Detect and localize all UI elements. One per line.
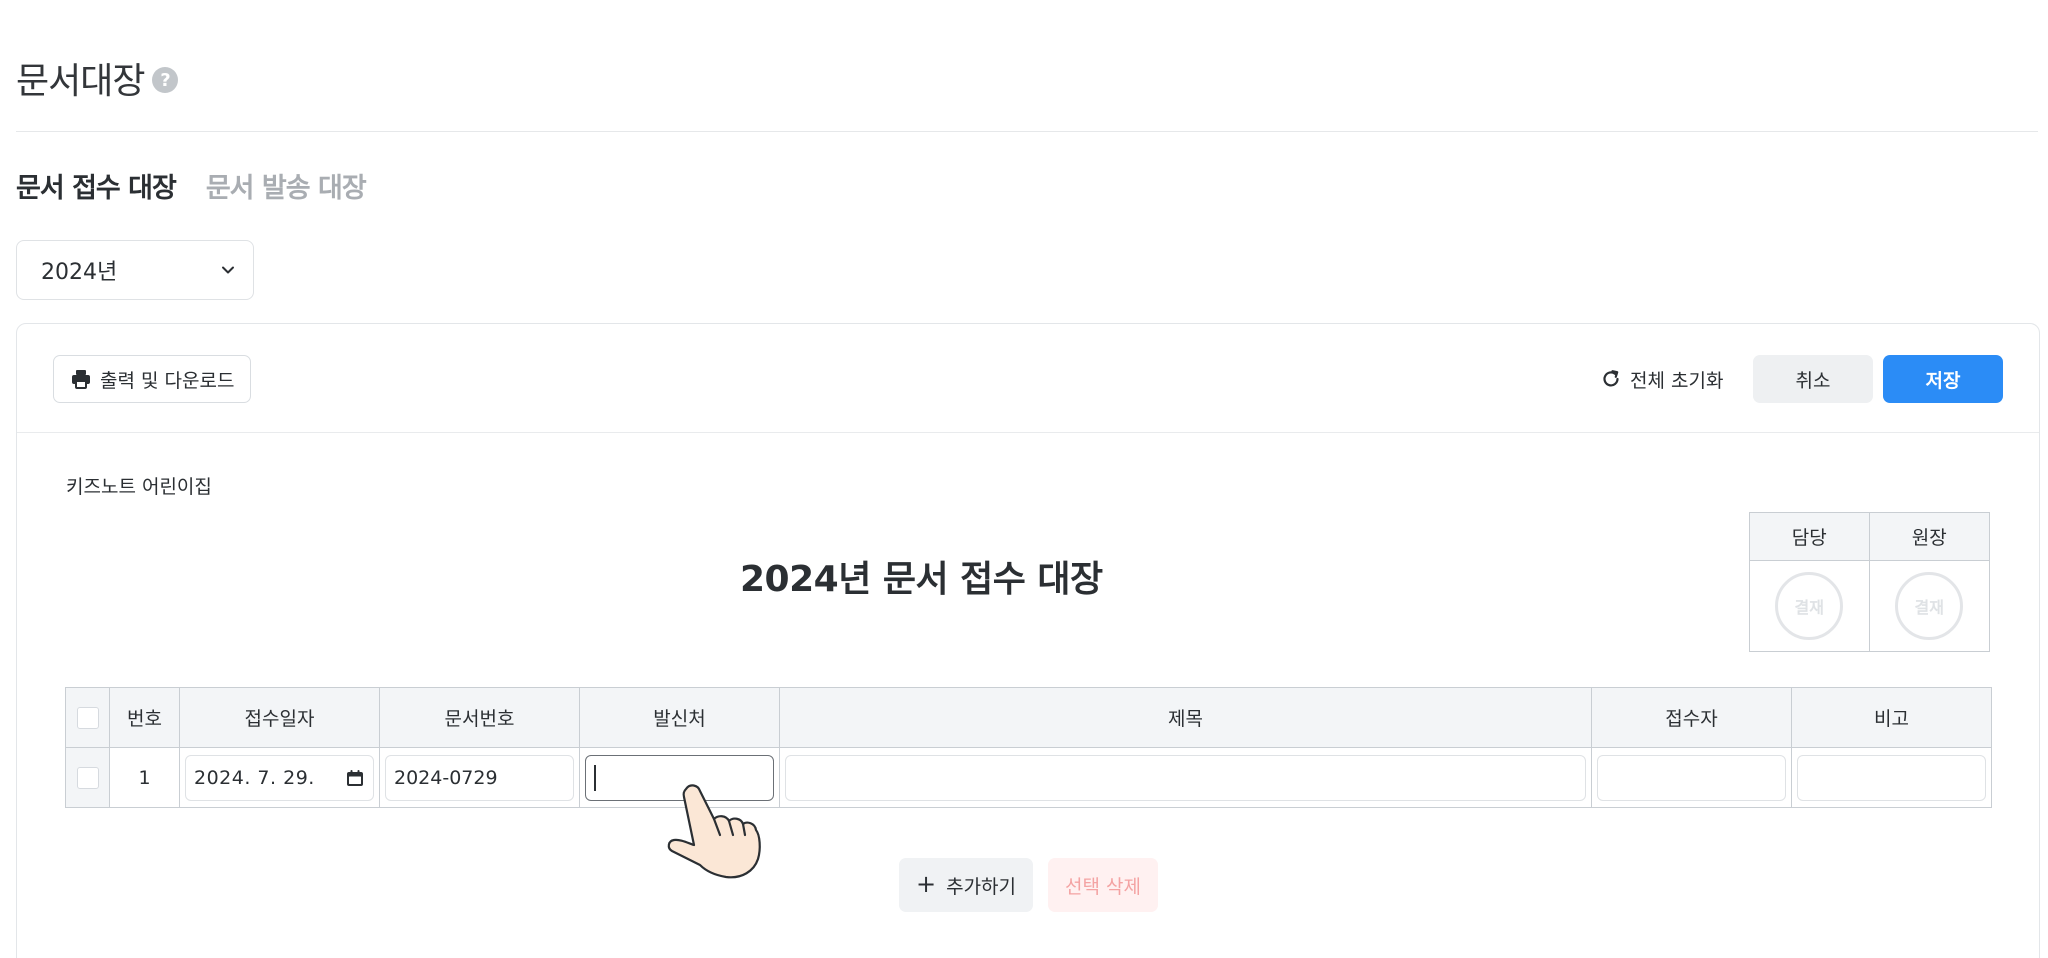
column-header-number: 번호 bbox=[109, 687, 180, 748]
year-select[interactable]: 2024년 bbox=[16, 240, 254, 300]
select-all-checkbox[interactable] bbox=[76, 706, 99, 729]
approval-stamp[interactable]: 결재 bbox=[1895, 572, 1964, 640]
approval-stamp[interactable]: 결재 bbox=[1775, 572, 1844, 640]
print-icon bbox=[72, 370, 90, 389]
doc-number-value: 2024-0729 bbox=[394, 766, 498, 789]
tab-bar: 문서 접수 대장 문서 발송 대장 bbox=[16, 166, 367, 205]
ledger-table: 번호 접수일자 문서번호 발신처 제목 접수자 비고 1 2024. 7. 29… bbox=[65, 687, 1992, 808]
doc-number-cell: 2024-0729 bbox=[379, 747, 580, 808]
reset-all-button[interactable]: 전체 초기화 bbox=[1600, 356, 1723, 402]
approval-cell-director: 결재 bbox=[1870, 561, 1990, 651]
note-input[interactable] bbox=[1797, 754, 1986, 801]
doc-number-input[interactable]: 2024-0729 bbox=[385, 754, 574, 801]
tab-receipt-ledger[interactable]: 문서 접수 대장 bbox=[16, 166, 177, 205]
select-all-cell bbox=[65, 687, 110, 748]
approval-header-director: 원장 bbox=[1869, 513, 1989, 561]
add-row-button[interactable]: + 추가하기 bbox=[899, 858, 1033, 912]
add-row-label: 추가하기 bbox=[946, 875, 1017, 898]
table-row: 1 2024. 7. 29. 2024-0729 bbox=[65, 747, 1992, 808]
help-icon[interactable]: ? bbox=[152, 67, 179, 93]
sender-input[interactable] bbox=[585, 754, 774, 801]
column-header-subject: 제목 bbox=[779, 687, 1592, 748]
column-header-date: 접수일자 bbox=[179, 687, 380, 748]
reset-all-label: 전체 초기화 bbox=[1630, 369, 1724, 392]
date-cell: 2024. 7. 29. bbox=[179, 747, 380, 808]
text-caret bbox=[594, 764, 596, 791]
document-title: 2024년 문서 접수 대장 bbox=[740, 559, 1103, 600]
year-select-value: 2024년 bbox=[41, 260, 118, 285]
refresh-icon bbox=[1603, 370, 1619, 387]
column-header-sender: 발신처 bbox=[579, 687, 780, 748]
row-number: 1 bbox=[109, 747, 180, 808]
column-header-doc-number: 문서번호 bbox=[379, 687, 580, 748]
header-divider bbox=[16, 131, 2038, 132]
column-header-note: 비고 bbox=[1791, 687, 1992, 748]
delete-selected-button[interactable]: 선택 삭제 bbox=[1048, 858, 1158, 912]
save-button[interactable]: 저장 bbox=[1883, 355, 2003, 403]
receiver-cell bbox=[1591, 747, 1792, 808]
note-cell bbox=[1791, 747, 1992, 808]
approval-box: 담당 원장 결재 결재 bbox=[1749, 512, 1990, 652]
print-download-button[interactable]: 출력 및 다운로드 bbox=[53, 355, 252, 403]
column-header-receiver: 접수자 bbox=[1591, 687, 1792, 748]
cancel-button[interactable]: 취소 bbox=[1753, 355, 1873, 403]
approval-cell-manager: 결재 bbox=[1750, 561, 1870, 651]
chevron-down-icon bbox=[222, 266, 234, 274]
approval-header-manager: 담당 bbox=[1750, 513, 1870, 561]
organization-name: 키즈노트 어린이집 bbox=[66, 476, 212, 498]
tab-dispatch-ledger[interactable]: 문서 발송 대장 bbox=[206, 166, 367, 205]
receiver-input[interactable] bbox=[1597, 754, 1786, 801]
plus-icon: + bbox=[915, 870, 937, 898]
row-select-cell bbox=[65, 747, 110, 808]
ledger-card: 출력 및 다운로드 전체 초기화 취소 저장 키즈노트 어린이집 2024년 문… bbox=[16, 323, 2040, 958]
row-checkbox[interactable] bbox=[76, 766, 99, 789]
page-title: 문서대장 bbox=[16, 61, 145, 102]
table-header-row: 번호 접수일자 문서번호 발신처 제목 접수자 비고 bbox=[65, 687, 1992, 748]
subject-input[interactable] bbox=[785, 754, 1586, 801]
sender-cell bbox=[579, 747, 780, 808]
page: 문서대장 ? 문서 접수 대장 문서 발송 대장 2024년 출력 및 다운로드 bbox=[0, 0, 2048, 958]
calendar-icon[interactable] bbox=[345, 768, 365, 788]
print-download-label: 출력 및 다운로드 bbox=[100, 369, 235, 392]
date-input[interactable]: 2024. 7. 29. bbox=[185, 754, 374, 801]
page-header: 문서대장 ? bbox=[16, 52, 179, 104]
date-value: 2024. 7. 29. bbox=[194, 766, 315, 789]
subject-cell bbox=[779, 747, 1592, 808]
card-toolbar: 출력 및 다운로드 전체 초기화 취소 저장 bbox=[17, 324, 2039, 433]
